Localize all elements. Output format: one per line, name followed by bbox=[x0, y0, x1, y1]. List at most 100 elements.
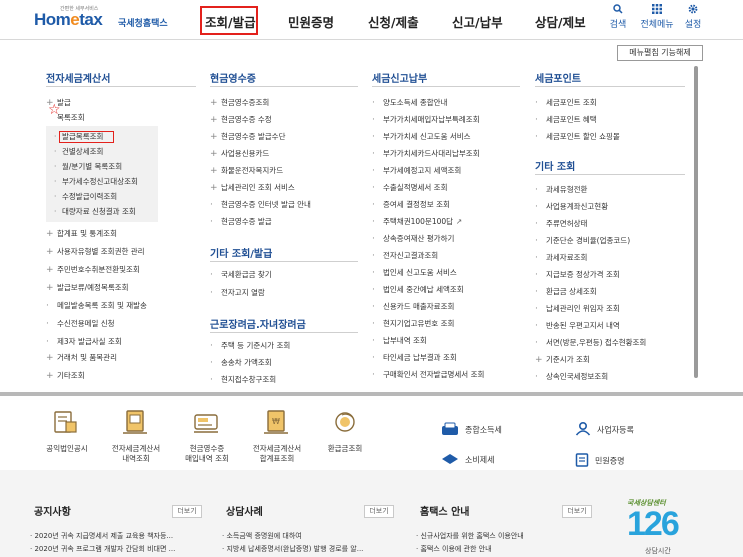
nav-application[interactable]: 신청/제출 bbox=[368, 12, 419, 31]
menu-item-etc[interactable]: + 기타조회 bbox=[46, 371, 85, 381]
menu-item-e-notice[interactable]: · 전자고지 열람 bbox=[210, 288, 265, 298]
menu-item-cargo-card[interactable]: + 화물운전자복지카드 bbox=[210, 166, 283, 176]
menu-item-etc-inquiry[interactable]: · 서면(방문,우편등) 접수현황조회 bbox=[535, 338, 646, 348]
menu-item-standard-price[interactable]: · 주택 등 기준시가 조회 bbox=[210, 341, 290, 351]
notice-item[interactable]: · 2020년 귀속 지급명세서 제출 교육용 책자등... bbox=[30, 531, 173, 541]
refund-icon[interactable] bbox=[331, 409, 359, 435]
menu-item-tax-payment[interactable]: · 부가가치세매입자납부특례조회 bbox=[372, 115, 480, 125]
guide-item[interactable]: · 신규사업자를 위한 홈택스 이용안내 bbox=[416, 531, 524, 541]
menu-item-tax-payment[interactable]: · 구매확인서 전자발급명세서 조회 bbox=[372, 370, 484, 380]
menu-item-summary[interactable]: + 합계표 및 통계조회 bbox=[46, 229, 117, 239]
submenu-bulk-result[interactable]: · 대량자료 신청결과 조회 bbox=[54, 207, 136, 217]
notice-item[interactable]: · 2020년 귀속 프로그램 개발자 간담회 비대면 ... bbox=[30, 544, 175, 554]
menu-item-etc-inquiry[interactable]: · 상속인국세정보조회 bbox=[535, 372, 608, 382]
menu-item-etc-inquiry[interactable]: · 반송된 우편고지서 내역 bbox=[535, 321, 620, 331]
menu-item-list-inquiry[interactable]: 목록조회 bbox=[46, 113, 85, 123]
quick-link-certificate[interactable]: 민원증명 bbox=[575, 453, 624, 469]
nav-report-payment[interactable]: 신고/납부 bbox=[452, 12, 503, 31]
menu-item-tax-payment[interactable]: · 납부내역 조회 bbox=[372, 336, 427, 346]
submenu-vat-correction[interactable]: · 부가세수정신고대상조회 bbox=[54, 177, 138, 187]
menu-item-receive-mail[interactable]: · 수신전용메일 신청 bbox=[46, 319, 115, 329]
consult-more-button[interactable]: 더보기 bbox=[364, 505, 394, 518]
menu-item-tax-payment[interactable]: · 타인세금 납부결과 조회 bbox=[372, 353, 457, 363]
menu-expand-toggle-button[interactable]: 메뉴펼침 기능해제 bbox=[617, 45, 703, 61]
invoice-list-icon[interactable] bbox=[121, 409, 149, 435]
notice-title[interactable]: 공지사항 bbox=[34, 503, 71, 518]
menu-item-tax-payment[interactable]: · 양도소득세 종합안내 bbox=[372, 98, 447, 108]
col-cash-receipt-title[interactable]: 현금영수증 bbox=[210, 70, 256, 85]
menu-item-tax-payment[interactable]: · 부가세예정고지 세액조회 bbox=[372, 166, 461, 176]
notice-more-button[interactable]: 더보기 bbox=[172, 505, 202, 518]
consult-item[interactable]: · 소득금액 증명원에 대하여 bbox=[222, 531, 302, 541]
menu-item-tax-payment[interactable]: · 부가가치세카드사대리납부조회 bbox=[372, 149, 480, 159]
menu-item-etc-inquiry[interactable]: · 과세자료조회 bbox=[535, 253, 587, 263]
quick-link-consumption-tax[interactable]: 소비제세 bbox=[441, 453, 494, 467]
menu-item-tax-payment[interactable]: · 증여세 결정정보 조회 bbox=[372, 200, 450, 210]
all-menu-button[interactable]: 전체메뉴 bbox=[640, 4, 674, 30]
quick-label-receipt-list[interactable]: 현금영수증 매입내역 조회 bbox=[174, 444, 240, 464]
quick-label-refund[interactable]: 환급금조회 bbox=[315, 444, 375, 454]
submenu-monthly[interactable]: · 월/분기별 목록조회 bbox=[54, 162, 122, 172]
menu-item-etc-inquiry[interactable]: · 과세유형전환 bbox=[535, 185, 587, 195]
quick-label-public-company[interactable]: 공익법인공시 bbox=[39, 444, 95, 454]
col-tax-payment-title[interactable]: 세금신고납부 bbox=[372, 70, 427, 85]
menu-item-business-card[interactable]: + 사업용신용카드 bbox=[210, 149, 269, 159]
menu-item-tax-payment[interactable]: · 부가가치세 신고도움 서비스 bbox=[372, 132, 471, 142]
menu-item-cash-issue[interactable]: · 현금영수증 발급 bbox=[210, 217, 272, 227]
menu-item-window[interactable]: · 현지접수창구조회 bbox=[210, 375, 276, 385]
col-tax-point-title[interactable]: 세금포인트 bbox=[535, 70, 581, 85]
call-center-banner[interactable]: 국세상담센터 126 상담시간 bbox=[623, 498, 703, 557]
menu-item-etc-inquiry[interactable]: · 기준단순 경비율(업종코드) bbox=[535, 236, 630, 246]
col-etc-issue-title[interactable]: 기타 조회/발급 bbox=[210, 245, 272, 260]
quick-label-invoice-list[interactable]: 전자세금계산서 내역조회 bbox=[103, 444, 169, 464]
menu-item-etc-inquiry[interactable]: · 주류면허상태 bbox=[535, 219, 587, 229]
menu-item-internet-issue[interactable]: · 현금영수증 인터넷 발급 안내 bbox=[210, 200, 311, 210]
consult-title[interactable]: 상담사례 bbox=[226, 503, 263, 518]
public-company-icon[interactable] bbox=[52, 409, 80, 435]
menu-item-etc-inquiry[interactable]: · 사업용계좌신고현황 bbox=[535, 202, 608, 212]
menu-item-etc-inquiry[interactable]: · 환급금 상세조회 bbox=[535, 287, 597, 297]
menu-scrollbar[interactable] bbox=[694, 66, 698, 378]
menu-item-mail-resend[interactable]: · 메일발송목록 조회 및 재발송 bbox=[46, 301, 147, 311]
submenu-detail[interactable]: · 건별상세조회 bbox=[54, 147, 103, 157]
menu-item-point-benefit[interactable]: · 세금포인트 혜택 bbox=[535, 115, 597, 125]
menu-item-tax-payment[interactable]: · 법인세 중간예납 세액조회 bbox=[372, 285, 464, 295]
menu-item-tax-payment[interactable]: · 전자신고결과조회 bbox=[372, 251, 438, 261]
guide-item[interactable]: · 홈택스 이용에 관한 안내 bbox=[416, 544, 492, 554]
menu-item-point-mall[interactable]: · 세금포인트 할인 쇼핑몰 bbox=[535, 132, 620, 142]
menu-item-tax-payment[interactable]: · 법인세 신고도움 서비스 bbox=[372, 268, 457, 278]
col-etc-inquiry-title[interactable]: 기타 조회 bbox=[535, 158, 575, 173]
menu-item-etc-inquiry[interactable]: + 기준시가 조회 bbox=[535, 355, 590, 365]
menu-item-cash-receipt-edit[interactable]: + 현금영수증 수정 bbox=[210, 115, 272, 125]
menu-item-cash-receipt-means[interactable]: + 현금영수증 발급수단 bbox=[210, 132, 285, 142]
col-incentive-title[interactable]: 근로장려금.자녀장려금 bbox=[210, 316, 306, 331]
nav-civil-certificate[interactable]: 민원증명 bbox=[288, 12, 334, 31]
menu-item-car-price[interactable]: · 송송차 가액조회 bbox=[210, 358, 272, 368]
menu-item-resident-no[interactable]: + 주민번호수취분전환및조회 bbox=[46, 265, 140, 275]
guide-title[interactable]: 홈택스 안내 bbox=[420, 503, 469, 518]
quick-link-income-tax[interactable]: 종합소득세 bbox=[441, 422, 502, 438]
guide-more-button[interactable]: 더보기 bbox=[562, 505, 592, 518]
menu-item-tax-payment[interactable]: · 주택채권100문100답 ↗ bbox=[372, 217, 462, 227]
menu-item-tax-payment[interactable]: · 신용카드 매출자료조회 bbox=[372, 302, 454, 312]
hometax-logo[interactable]: 간편한 세무서비스 Hometax 국세청홈택스 bbox=[34, 6, 174, 34]
menu-item-etc-inquiry[interactable]: · 지급보증 정상가격 조회 bbox=[535, 270, 620, 280]
menu-item-tax-payment[interactable]: · 상속증여재산 평가하기 bbox=[372, 234, 454, 244]
menu-item-pending[interactable]: + 발급보류/예정목록조회 bbox=[46, 283, 129, 293]
quick-label-invoice-sum[interactable]: 전자세금계산서 합계표조회 bbox=[244, 444, 310, 464]
settings-button[interactable]: 설정 bbox=[679, 4, 707, 30]
menu-item-partner[interactable]: + 거래처 및 품목관리 bbox=[46, 353, 117, 363]
menu-item-tax-payment[interactable]: · 현지기업고유번호 조회 bbox=[372, 319, 454, 329]
menu-item-permission[interactable]: + 사용자유형별 조회권한 관리 bbox=[46, 247, 145, 257]
col-e-invoice-title[interactable]: 전자세금계산서 bbox=[46, 70, 110, 85]
quick-link-business-register[interactable]: 사업자등록 bbox=[575, 421, 634, 438]
menu-item-tax-agent[interactable]: + 납세관리인 조회 서비스 bbox=[210, 183, 295, 193]
menu-item-cash-receipt-inquiry[interactable]: + 현금영수증조회 bbox=[210, 98, 269, 108]
nav-consult[interactable]: 상담/제보 bbox=[535, 12, 586, 31]
invoice-sum-icon[interactable]: ₩ bbox=[262, 409, 290, 435]
menu-item-refund-find[interactable]: · 국세환급금 찾기 bbox=[210, 270, 272, 280]
submenu-correction-history[interactable]: · 수정발급이력조회 bbox=[54, 192, 117, 202]
receipt-list-icon[interactable] bbox=[192, 409, 220, 435]
menu-item-point-inquiry[interactable]: · 세금포인트 조회 bbox=[535, 98, 597, 108]
menu-item-etc-inquiry[interactable]: · 납세관리인 위임자 조회 bbox=[535, 304, 620, 314]
